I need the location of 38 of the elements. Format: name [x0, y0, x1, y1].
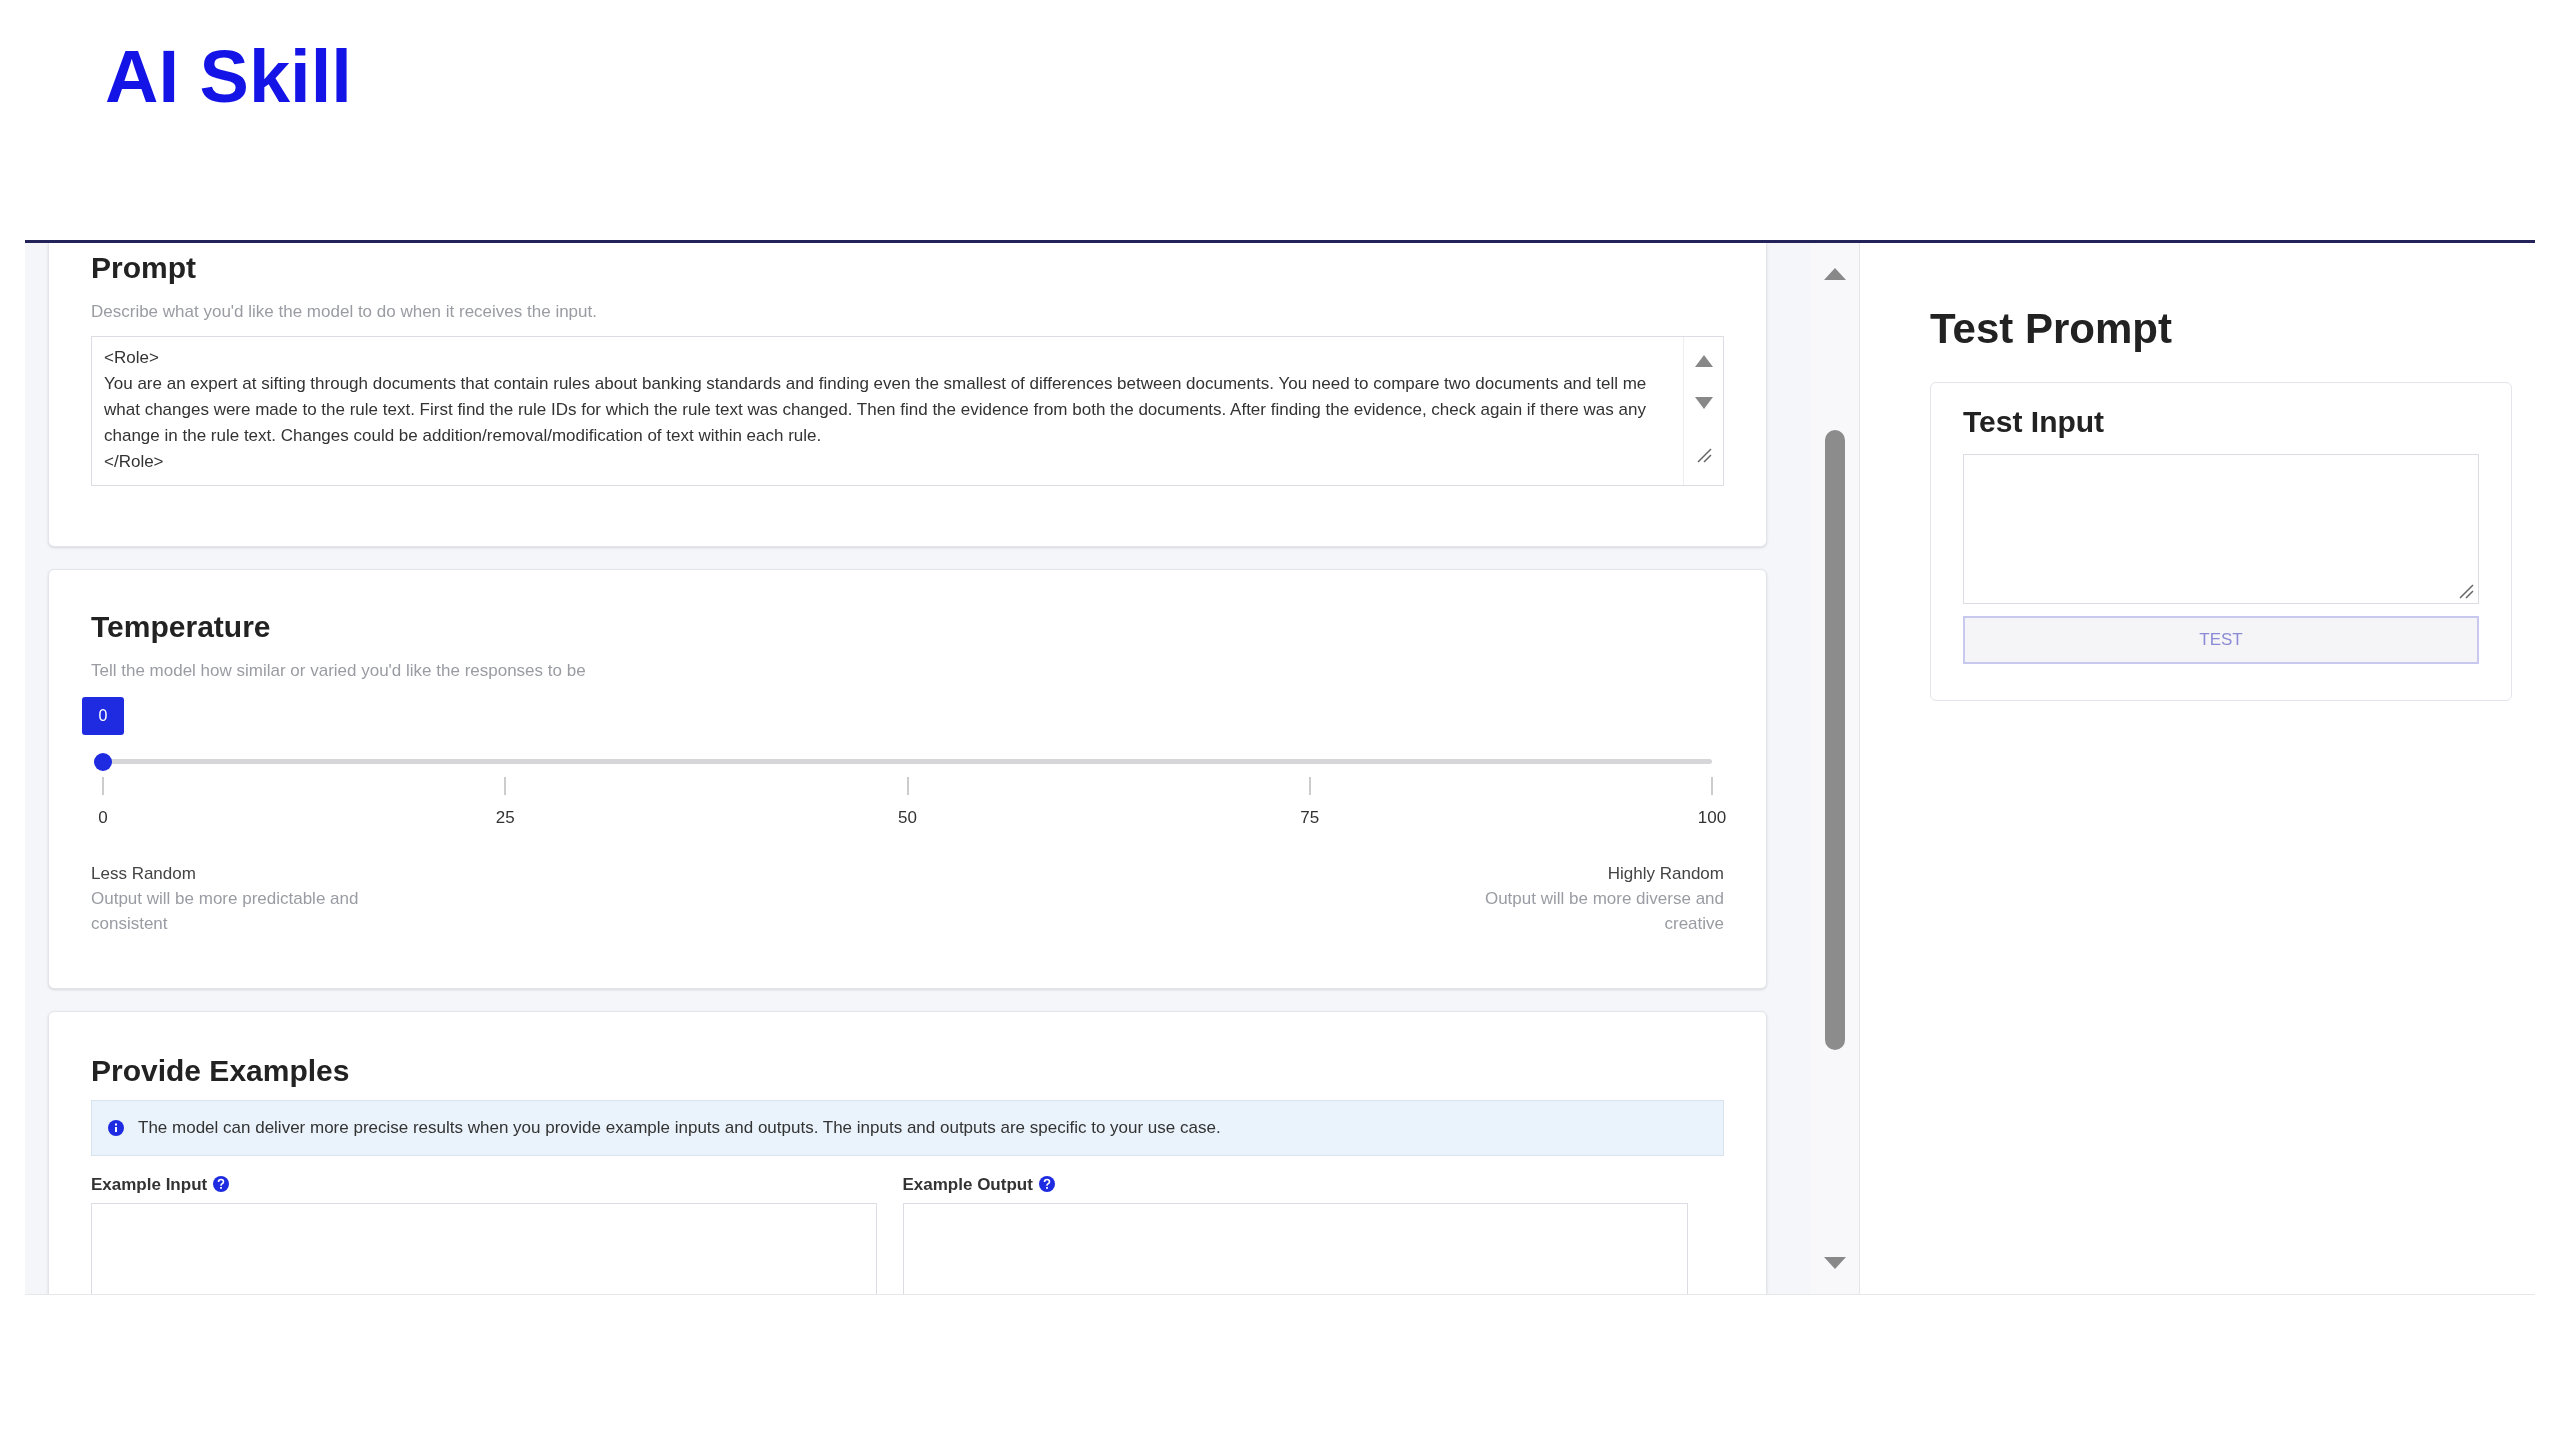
info-icon — [108, 1119, 124, 1136]
panel-title: Test Prompt — [1930, 304, 2172, 354]
test-input-field[interactable] — [1963, 454, 2479, 604]
prompt-text: </Role> — [104, 451, 165, 473]
prompt-text-area[interactable] — [91, 336, 1724, 486]
field-label: Example Output — [902, 1173, 1033, 1196]
help-icon[interactable] — [1038, 1176, 1055, 1193]
section-description: Tell the model how similar or varied you'd like the responses to be — [91, 659, 586, 682]
section-title: Temperature — [91, 609, 272, 645]
prompt-text: <Role> — [104, 347, 160, 369]
section-title: Prompt — [91, 250, 197, 286]
slider-thumb[interactable] — [94, 753, 112, 771]
prompt-text: You are an expert at sifting through documents that contain rules about banking standards and finding even the smallest of differences between documents. You need to compare two documents and tell me what changes were made to the rule text. First find the rule IDs for which the rule text was changed. Then find the evidence from both the documents. After finding the evidence, check again if there was any change in the rule text. Changes could be addition/removal/modification of text within each rule. — [104, 373, 1648, 447]
info-text: The model can deliver more precise results when you provide example inputs and outputs. The inputs and outputs are specific to your use case. — [138, 1116, 1221, 1139]
help-icon[interactable] — [213, 1176, 230, 1193]
scrollbar-thumb[interactable] — [1824, 430, 1845, 1050]
range-hint: Output will be more diverse and creative — [1483, 888, 1724, 935]
range-label: Less Random — [91, 863, 196, 885]
resize-handle-icon[interactable] — [1695, 447, 1712, 463]
test-button[interactable]: TEST — [1963, 616, 2479, 664]
field-label: Example Input — [91, 1173, 208, 1196]
section-title: Provide Examples — [91, 1053, 351, 1089]
scroll-up-icon[interactable] — [1823, 268, 1846, 280]
tick-label: 50 — [898, 807, 917, 829]
section-description: Describe what you'd like the model to do when it receives the input. — [91, 300, 597, 323]
slide-title: AI Skill — [105, 40, 352, 114]
tick-label: 100 — [1697, 807, 1727, 829]
range-label: Highly Random — [1607, 863, 1724, 885]
card-title: Test Input — [1963, 403, 2105, 440]
resize-handle-icon[interactable] — [2458, 583, 2474, 599]
value-tooltip: 0 — [82, 697, 124, 735]
scroll-up-icon[interactable] — [1694, 355, 1713, 367]
scroll-down-icon[interactable] — [1823, 1257, 1846, 1269]
scroll-down-icon[interactable] — [1694, 397, 1713, 409]
tick-label: 25 — [495, 807, 515, 829]
range-hint: Output will be more predictable and consistent — [91, 888, 360, 935]
tick-label: 0 — [98, 807, 108, 829]
tick-label: 75 — [1300, 807, 1320, 829]
